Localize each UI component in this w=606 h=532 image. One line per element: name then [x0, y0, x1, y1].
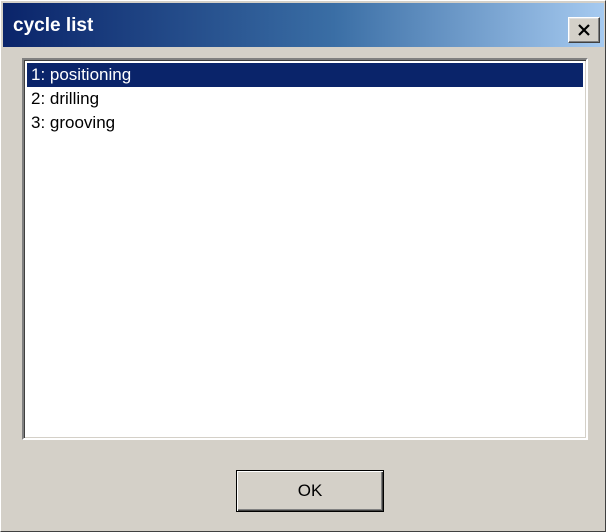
list-item-positioning[interactable]: 1: positioning — [27, 63, 583, 87]
cycle-list: 1: positioning 2: drilling 3: grooving — [27, 63, 583, 135]
title-bar[interactable]: cycle list — [3, 3, 604, 47]
cycle-list-dialog: cycle list 1: positioning 2: drilling 3:… — [0, 0, 606, 532]
close-button[interactable] — [568, 17, 600, 43]
window-title: cycle list — [13, 15, 94, 36]
ok-button[interactable]: OK — [236, 470, 384, 512]
close-icon — [569, 18, 599, 42]
list-item-grooving[interactable]: 3: grooving — [27, 111, 583, 135]
list-item-drilling[interactable]: 2: drilling — [27, 87, 583, 111]
cycle-listbox[interactable]: 1: positioning 2: drilling 3: grooving — [22, 58, 588, 440]
